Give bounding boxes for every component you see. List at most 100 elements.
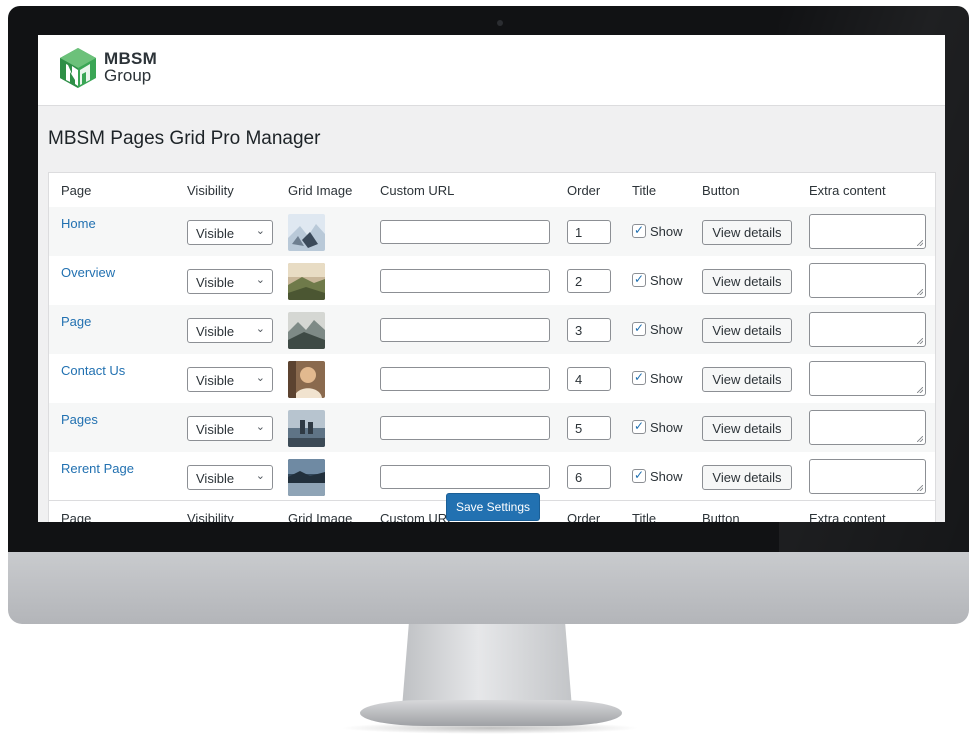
table-row: Home Visible ⌄ 1 ✓ Show View details [49,207,935,256]
extra-content-textarea[interactable] [809,410,926,445]
extra-content-textarea[interactable] [809,214,926,249]
pages-grid-table: Page Visibility Grid Image Custom URL Or… [48,172,936,522]
chevron-down-icon: ⌄ [255,323,265,335]
save-settings-button[interactable]: Save Settings [446,493,540,521]
col-footer-grid-image: Grid Image [288,511,353,522]
title-show-label: Show [650,371,683,386]
extra-content-textarea[interactable] [809,263,926,298]
title-show-label: Show [650,273,683,288]
title-show-checkbox[interactable]: ✓ [632,370,646,385]
view-details-button[interactable]: View details [702,220,792,245]
col-footer-button: Button [702,511,740,522]
order-input[interactable]: 3 [567,318,611,342]
view-details-button[interactable]: View details [702,269,792,294]
custom-url-input[interactable] [380,367,550,391]
visibility-value: Visible [196,226,235,241]
order-input[interactable]: 6 [567,465,611,489]
grid-image-thumbnail[interactable] [288,410,325,447]
table-row: Pages Visible ⌄ 5 ✓ Show View details [49,403,935,452]
visibility-select[interactable]: Visible ⌄ [187,367,273,392]
title-show-label: Show [650,469,683,484]
brand-line-2: Group [104,66,152,85]
order-input[interactable]: 1 [567,220,611,244]
custom-url-input[interactable] [380,220,550,244]
custom-url-input[interactable] [380,269,550,293]
title-show-label: Show [650,224,683,239]
checkmark-icon: ✓ [634,223,645,237]
order-value: 1 [575,225,583,240]
grid-image-thumbnail[interactable] [288,361,325,398]
custom-url-input[interactable] [380,465,550,489]
view-details-button[interactable]: View details [702,318,792,343]
visibility-select[interactable]: Visible ⌄ [187,465,273,490]
monitor-stand [402,624,572,708]
table-header: Page Visibility Grid Image Custom URL Or… [49,173,935,208]
page-link[interactable]: Overview [61,265,115,280]
page-link[interactable]: Rerent Page [61,461,134,476]
grid-image-thumbnail[interactable] [288,312,325,349]
visibility-value: Visible [196,373,235,388]
view-details-button[interactable]: View details [702,465,792,490]
checkmark-icon: ✓ [634,419,645,433]
grid-image-thumbnail[interactable] [288,214,325,251]
screen: MBSM Group MBSM Pages Grid Pro Manager P… [38,35,945,522]
brand-name: MBSM Group [104,50,157,84]
visibility-select[interactable]: Visible ⌄ [187,220,273,245]
table-row: Page Visible ⌄ 3 ✓ Show View details [49,305,935,354]
chevron-down-icon: ⌄ [255,274,265,286]
extra-content-textarea[interactable] [809,459,926,494]
page-link[interactable]: Pages [61,412,98,427]
checkmark-icon: ✓ [634,468,645,482]
order-input[interactable]: 4 [567,367,611,391]
chevron-down-icon: ⌄ [255,225,265,237]
title-show-checkbox[interactable]: ✓ [632,223,646,238]
grid-image-thumbnail[interactable] [288,459,325,496]
title-show-checkbox[interactable]: ✓ [632,272,646,287]
table-row: Overview Visible ⌄ 2 ✓ Show View details [49,256,935,305]
col-header-title: Title [632,183,657,198]
visibility-select[interactable]: Visible ⌄ [187,318,273,343]
mbsm-logo-icon [60,48,96,88]
chevron-down-icon: ⌄ [255,372,265,384]
visibility-select[interactable]: Visible ⌄ [187,416,273,441]
page-title: MBSM Pages Grid Pro Manager [48,128,321,149]
visibility-select[interactable]: Visible ⌄ [187,269,273,294]
grid-image-thumbnail[interactable] [288,263,325,300]
visibility-value: Visible [196,471,235,486]
order-value: 6 [575,470,583,485]
visibility-value: Visible [196,275,235,290]
brand-line-1: MBSM [104,49,158,68]
extra-content-textarea[interactable] [809,361,926,396]
page-link[interactable]: Contact Us [61,363,125,378]
monitor-chin [8,552,969,624]
order-input[interactable]: 5 [567,416,611,440]
chevron-down-icon: ⌄ [255,421,265,433]
checkmark-icon: ✓ [634,272,645,286]
order-input[interactable]: 2 [567,269,611,293]
view-details-button[interactable]: View details [702,416,792,441]
view-details-button[interactable]: View details [702,367,792,392]
chevron-down-icon: ⌄ [255,470,265,482]
title-show-checkbox[interactable]: ✓ [632,321,646,336]
order-value: 4 [575,372,583,387]
page-link[interactable]: Home [61,216,96,231]
monitor-base [360,700,622,726]
extra-content-textarea[interactable] [809,312,926,347]
custom-url-input[interactable] [380,416,550,440]
order-value: 3 [575,323,583,338]
order-value: 2 [575,274,583,289]
title-show-label: Show [650,420,683,435]
visibility-value: Visible [196,422,235,437]
title-show-label: Show [650,322,683,337]
col-header-visibility: Visibility [187,183,234,198]
col-footer-title: Title [632,511,657,522]
col-footer-visibility: Visibility [187,511,234,522]
camera-icon [497,20,503,26]
title-show-checkbox[interactable]: ✓ [632,419,646,434]
col-footer-order: Order [567,511,601,522]
page-link[interactable]: Page [61,314,91,329]
col-header-page: Page [61,183,92,198]
col-header-button: Button [702,183,740,198]
custom-url-input[interactable] [380,318,550,342]
title-show-checkbox[interactable]: ✓ [632,468,646,483]
